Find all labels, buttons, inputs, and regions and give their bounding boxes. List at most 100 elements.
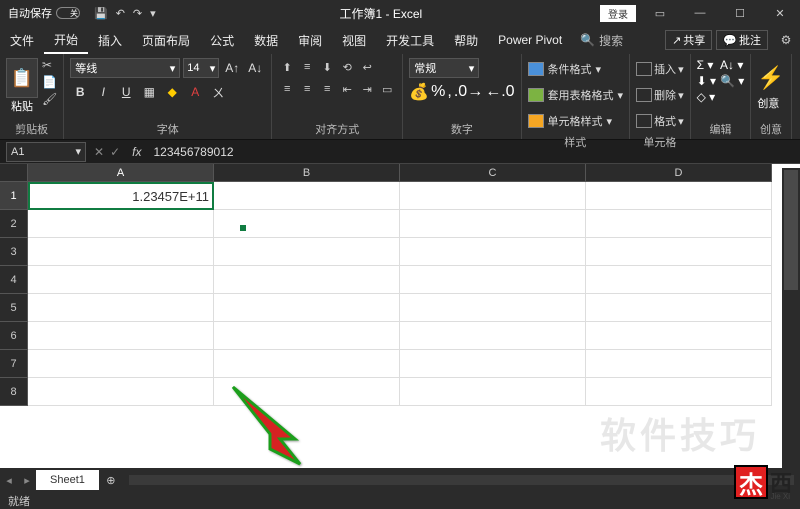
align-left-icon[interactable]: ≡ [278,80,296,98]
underline-button[interactable]: U [116,82,136,102]
font-name-select[interactable]: 等线▾ [70,58,180,78]
tab-data[interactable]: 数据 [244,26,288,54]
row-header-1[interactable]: 1 [0,182,28,210]
bold-button[interactable]: B [70,82,90,102]
qat-dropdown-icon[interactable]: ▾ [150,7,156,20]
tab-powerpivot[interactable]: Power Pivot [488,26,572,54]
cell[interactable] [214,378,400,406]
decrease-font-icon[interactable]: A↓ [245,58,265,78]
ribbon-options-icon[interactable]: ▭ [640,0,680,26]
cancel-formula-icon[interactable]: ✕ [94,145,104,159]
add-sheet-icon[interactable]: ⊕ [99,474,123,487]
cell[interactable] [400,350,586,378]
minimize-icon[interactable]: — [680,0,720,26]
tab-insert[interactable]: 插入 [88,26,132,54]
paste-button[interactable]: 粘贴 [6,98,38,114]
tab-view[interactable]: 视图 [332,26,376,54]
merge-icon[interactable]: ▭ [378,80,396,98]
row-header-6[interactable]: 6 [0,322,28,350]
cell[interactable] [28,294,214,322]
formula-input[interactable]: 123456789012 [147,145,800,159]
insert-cells-button[interactable]: 插入▾ [636,58,684,80]
cell[interactable] [28,266,214,294]
share-button[interactable]: ↗共享 [665,30,712,50]
cell[interactable] [586,350,772,378]
cut-icon[interactable]: ✂ [42,58,57,72]
cell[interactable] [586,266,772,294]
sort-filter-icon[interactable]: A↓ ▾ [720,58,744,72]
border-icon[interactable]: ▦ [139,82,159,102]
cell[interactable] [28,210,214,238]
tab-developer[interactable]: 开发工具 [376,26,444,54]
increase-decimal-icon[interactable]: .0→ [454,83,483,101]
col-header-d[interactable]: D [586,164,772,182]
cell[interactable] [586,378,772,406]
fill-color-icon[interactable]: ◆ [162,82,182,102]
row-header-3[interactable]: 3 [0,238,28,266]
tab-formulas[interactable]: 公式 [200,26,244,54]
cell-styles-button[interactable]: 单元格样式▾ [528,110,613,132]
align-right-icon[interactable]: ≡ [318,80,336,98]
clear-icon[interactable]: ◇ ▾ [697,90,716,104]
save-icon[interactable]: 💾 [94,7,108,20]
wrap-text-icon[interactable]: ↩ [358,58,376,76]
tab-file[interactable]: 文件 [0,26,44,54]
sheet-nav-prev-icon[interactable]: ◂ [0,474,18,487]
fill-icon[interactable]: ⬇ ▾ [697,74,716,88]
font-color-icon[interactable]: A [185,82,205,102]
tab-review[interactable]: 审阅 [288,26,332,54]
cell[interactable] [214,266,400,294]
conditional-format-button[interactable]: 条件格式▾ [528,58,602,80]
cell[interactable] [28,350,214,378]
col-header-c[interactable]: C [400,164,586,182]
decrease-indent-icon[interactable]: ⇤ [338,80,356,98]
row-header-5[interactable]: 5 [0,294,28,322]
fx-icon[interactable]: fx [126,145,147,159]
col-header-a[interactable]: A [28,164,214,182]
cell[interactable] [28,378,214,406]
tab-home[interactable]: 开始 [44,26,88,54]
row-header-2[interactable]: 2 [0,210,28,238]
fill-handle[interactable] [240,225,246,231]
copy-icon[interactable]: 📄 [42,75,57,89]
delete-cells-button[interactable]: 删除▾ [636,84,684,106]
increase-indent-icon[interactable]: ⇥ [358,80,376,98]
undo-icon[interactable]: ↶ [116,7,125,20]
autosum-icon[interactable]: Σ ▾ [697,58,716,72]
number-format-select[interactable]: 常规▾ [409,58,479,78]
cell[interactable] [214,350,400,378]
align-bottom-icon[interactable]: ⬇ [318,58,336,76]
cell[interactable] [400,322,586,350]
name-box[interactable]: A1▾ [6,142,86,162]
autosave-toggle[interactable]: 自动保存 关 [0,5,88,21]
cell[interactable] [214,322,400,350]
login-button[interactable]: 登录 [600,5,636,22]
cell[interactable] [586,182,772,210]
cell[interactable] [400,238,586,266]
cell[interactable] [28,238,214,266]
tab-help[interactable]: 帮助 [444,26,488,54]
sheet-tab[interactable]: Sheet1 [36,470,99,490]
cell[interactable] [214,210,400,238]
increase-font-icon[interactable]: A↑ [222,58,242,78]
format-painter-icon[interactable]: 🖌 [42,92,57,106]
italic-button[interactable]: I [93,82,113,102]
font-size-select[interactable]: 14▾ [183,58,219,78]
tab-layout[interactable]: 页面布局 [132,26,200,54]
paste-icon[interactable]: 📋 [6,58,38,98]
align-middle-icon[interactable]: ≡ [298,58,316,76]
row-header-8[interactable]: 8 [0,378,28,406]
redo-icon[interactable]: ↷ [133,7,142,20]
cell[interactable] [400,182,586,210]
cell[interactable] [586,238,772,266]
align-center-icon[interactable]: ≡ [298,80,316,98]
comma-icon[interactable]: , [447,83,451,101]
cell-a1[interactable]: 1.23457E+11 [28,182,214,210]
vertical-scrollbar[interactable] [782,168,800,468]
format-cells-button[interactable]: 格式▾ [636,110,684,132]
cell[interactable] [400,266,586,294]
cell[interactable] [586,294,772,322]
close-icon[interactable]: ✕ [760,0,800,26]
currency-icon[interactable]: 💰 [409,82,429,102]
cell[interactable] [400,210,586,238]
